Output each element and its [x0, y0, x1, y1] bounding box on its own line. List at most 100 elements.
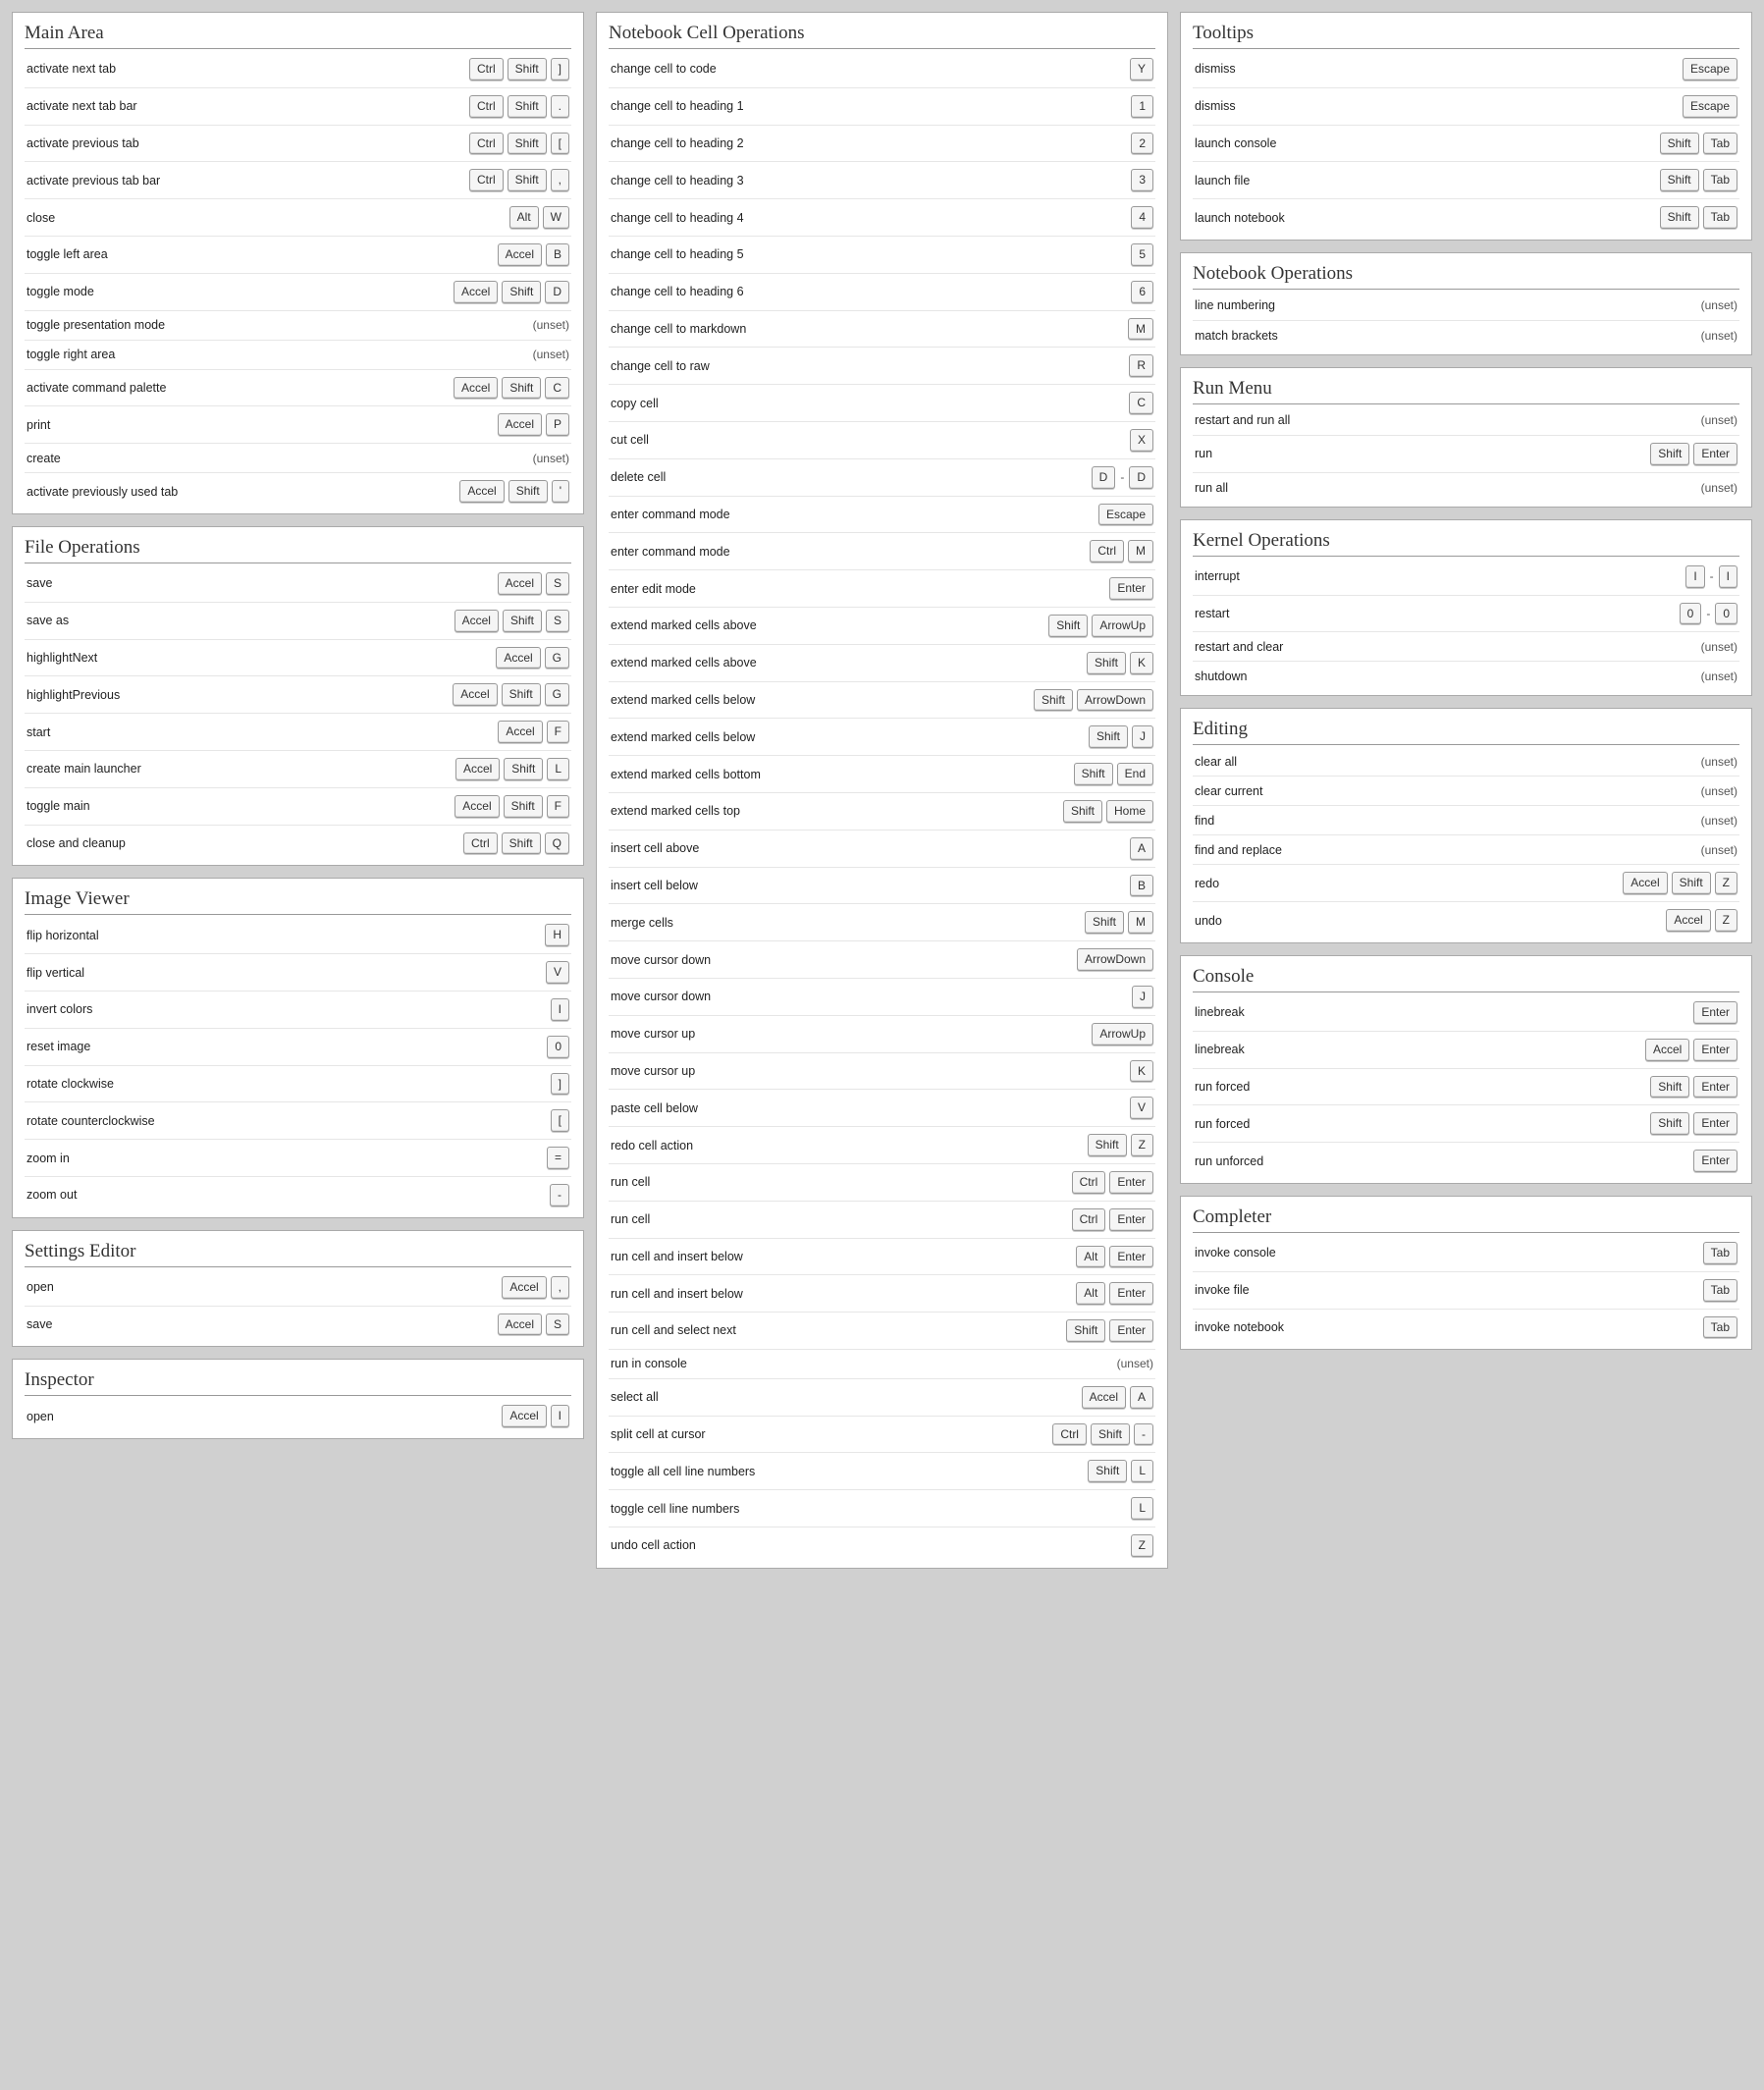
shortcut-row[interactable]: zoom out- — [25, 1177, 571, 1213]
shortcut-row[interactable]: move cursor downJ — [609, 979, 1155, 1016]
shortcut-row[interactable]: select allAccelA — [609, 1379, 1155, 1417]
shortcut-row[interactable]: activate previously used tabAccelShift' — [25, 473, 571, 509]
shortcut-row[interactable]: dismissEscape — [1193, 51, 1739, 88]
shortcut-row[interactable]: toggle left areaAccelB — [25, 237, 571, 274]
shortcut-row[interactable]: extend marked cells belowShiftArrowDown — [609, 682, 1155, 720]
shortcut-row[interactable]: insert cell aboveA — [609, 831, 1155, 868]
shortcut-row[interactable]: change cell to heading 22 — [609, 126, 1155, 163]
shortcut-row[interactable]: shutdown(unset) — [1193, 662, 1739, 691]
shortcut-row[interactable]: cut cellX — [609, 422, 1155, 459]
shortcut-row[interactable]: zoom in= — [25, 1140, 571, 1177]
shortcut-row[interactable]: linebreakAccelEnter — [1193, 1032, 1739, 1069]
shortcut-row[interactable]: delete cellD-D — [609, 459, 1155, 497]
shortcut-row[interactable]: invoke fileTab — [1193, 1272, 1739, 1310]
shortcut-row[interactable]: openAccel, — [25, 1269, 571, 1307]
shortcut-row[interactable]: change cell to heading 44 — [609, 199, 1155, 237]
shortcut-row[interactable]: toggle all cell line numbersShiftL — [609, 1453, 1155, 1490]
shortcut-row[interactable]: toggle presentation mode(unset) — [25, 311, 571, 341]
shortcut-row[interactable]: toggle modeAccelShiftD — [25, 274, 571, 311]
shortcut-row[interactable]: copy cellC — [609, 385, 1155, 422]
shortcut-row[interactable]: launch consoleShiftTab — [1193, 126, 1739, 163]
shortcut-row[interactable]: run cellCtrlEnter — [609, 1164, 1155, 1202]
shortcut-row[interactable]: save asAccelShiftS — [25, 603, 571, 640]
shortcut-row[interactable]: toggle right area(unset) — [25, 341, 571, 370]
shortcut-row[interactable]: extend marked cells aboveShiftArrowUp — [609, 608, 1155, 645]
shortcut-row[interactable]: move cursor upArrowUp — [609, 1016, 1155, 1053]
shortcut-row[interactable]: activate next tab barCtrlShift. — [25, 88, 571, 126]
shortcut-row[interactable]: linebreakEnter — [1193, 994, 1739, 1032]
shortcut-row[interactable]: toggle mainAccelShiftF — [25, 788, 571, 826]
shortcut-row[interactable]: find and replace(unset) — [1193, 835, 1739, 865]
shortcut-row[interactable]: enter command modeEscape — [609, 497, 1155, 534]
shortcut-row[interactable]: launch fileShiftTab — [1193, 162, 1739, 199]
shortcut-row[interactable]: dismissEscape — [1193, 88, 1739, 126]
shortcut-row[interactable]: flip verticalV — [25, 954, 571, 991]
shortcut-row[interactable]: run unforcedEnter — [1193, 1143, 1739, 1179]
shortcut-row[interactable]: activate next tabCtrlShift] — [25, 51, 571, 88]
shortcut-row[interactable]: interruptI-I — [1193, 559, 1739, 596]
shortcut-row[interactable]: openAccelI — [25, 1398, 571, 1434]
shortcut-row[interactable]: run cell and insert belowAltEnter — [609, 1275, 1155, 1313]
shortcut-row[interactable]: invert colorsI — [25, 991, 571, 1029]
shortcut-row[interactable]: run cell and insert belowAltEnter — [609, 1239, 1155, 1276]
shortcut-row[interactable]: restart and clear(unset) — [1193, 632, 1739, 662]
shortcut-row[interactable]: undo cell actionZ — [609, 1527, 1155, 1564]
shortcut-row[interactable]: extend marked cells bottomShiftEnd — [609, 756, 1155, 793]
shortcut-row[interactable]: runShiftEnter — [1193, 436, 1739, 473]
shortcut-row[interactable]: undoAccelZ — [1193, 902, 1739, 938]
shortcut-row[interactable]: startAccelF — [25, 714, 571, 751]
shortcut-row[interactable]: invoke consoleTab — [1193, 1235, 1739, 1272]
shortcut-row[interactable]: insert cell belowB — [609, 868, 1155, 905]
shortcut-row[interactable]: run cell and select nextShiftEnter — [609, 1313, 1155, 1350]
shortcut-row[interactable]: create main launcherAccelShiftL — [25, 751, 571, 788]
shortcut-row[interactable]: redo cell actionShiftZ — [609, 1127, 1155, 1164]
shortcut-row[interactable]: run all(unset) — [1193, 473, 1739, 503]
shortcut-row[interactable]: activate command paletteAccelShiftC — [25, 370, 571, 407]
shortcut-row[interactable]: change cell to markdownM — [609, 311, 1155, 348]
shortcut-row[interactable]: run forcedShiftEnter — [1193, 1105, 1739, 1143]
shortcut-row[interactable]: restart0-0 — [1193, 596, 1739, 633]
shortcut-row[interactable]: toggle cell line numbersL — [609, 1490, 1155, 1527]
shortcut-row[interactable]: find(unset) — [1193, 806, 1739, 835]
shortcut-row[interactable]: closeAltW — [25, 199, 571, 237]
shortcut-row[interactable]: clear all(unset) — [1193, 747, 1739, 777]
shortcut-row[interactable]: move cursor upK — [609, 1053, 1155, 1091]
shortcut-row[interactable]: paste cell belowV — [609, 1090, 1155, 1127]
shortcut-row[interactable]: close and cleanupCtrlShiftQ — [25, 826, 571, 862]
shortcut-row[interactable]: printAccelP — [25, 406, 571, 444]
shortcut-row[interactable]: rotate counterclockwise[ — [25, 1102, 571, 1140]
shortcut-row[interactable]: extend marked cells belowShiftJ — [609, 719, 1155, 756]
shortcut-row[interactable]: extend marked cells topShiftHome — [609, 793, 1155, 831]
shortcut-row[interactable]: run cellCtrlEnter — [609, 1202, 1155, 1239]
shortcut-row[interactable]: activate previous tabCtrlShift[ — [25, 126, 571, 163]
shortcut-row[interactable]: change cell to heading 33 — [609, 162, 1155, 199]
shortcut-row[interactable]: enter command modeCtrlM — [609, 533, 1155, 570]
shortcut-row[interactable]: change cell to heading 66 — [609, 274, 1155, 311]
shortcut-row[interactable]: create(unset) — [25, 444, 571, 473]
shortcut-row[interactable]: move cursor downArrowDown — [609, 941, 1155, 979]
shortcut-row[interactable]: merge cellsShiftM — [609, 904, 1155, 941]
shortcut-row[interactable]: highlightPreviousAccelShiftG — [25, 676, 571, 714]
shortcut-row[interactable]: restart and run all(unset) — [1193, 406, 1739, 436]
shortcut-row[interactable]: clear current(unset) — [1193, 777, 1739, 806]
shortcut-row[interactable]: highlightNextAccelG — [25, 640, 571, 677]
shortcut-row[interactable]: extend marked cells aboveShiftK — [609, 645, 1155, 682]
shortcut-row[interactable]: change cell to rawR — [609, 348, 1155, 385]
shortcut-row[interactable]: line numbering(unset) — [1193, 292, 1739, 321]
shortcut-row[interactable]: rotate clockwise] — [25, 1066, 571, 1103]
shortcut-row[interactable]: change cell to heading 55 — [609, 237, 1155, 274]
shortcut-row[interactable]: saveAccelS — [25, 1307, 571, 1343]
shortcut-row[interactable]: launch notebookShiftTab — [1193, 199, 1739, 236]
shortcut-row[interactable]: redoAccelShiftZ — [1193, 865, 1739, 902]
shortcut-row[interactable]: reset image0 — [25, 1029, 571, 1066]
shortcut-row[interactable]: flip horizontalH — [25, 917, 571, 954]
shortcut-row[interactable]: run in console(unset) — [609, 1350, 1155, 1379]
shortcut-row[interactable]: change cell to heading 11 — [609, 88, 1155, 126]
shortcut-row[interactable]: run forcedShiftEnter — [1193, 1069, 1739, 1106]
shortcut-row[interactable]: activate previous tab barCtrlShift, — [25, 162, 571, 199]
shortcut-row[interactable]: invoke notebookTab — [1193, 1310, 1739, 1346]
shortcut-row[interactable]: split cell at cursorCtrlShift- — [609, 1417, 1155, 1454]
shortcut-row[interactable]: enter edit modeEnter — [609, 570, 1155, 608]
shortcut-row[interactable]: change cell to codeY — [609, 51, 1155, 88]
shortcut-row[interactable]: match brackets(unset) — [1193, 321, 1739, 350]
